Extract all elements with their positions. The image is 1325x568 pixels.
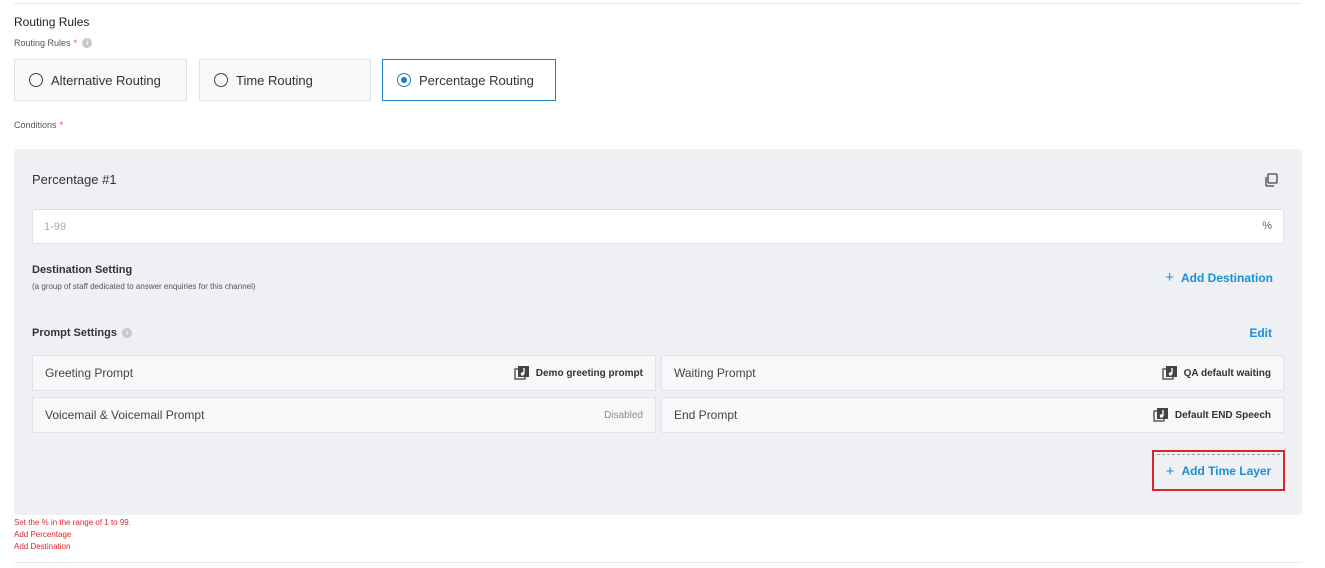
radio-selected-icon bbox=[397, 73, 411, 87]
plus-icon: + bbox=[1165, 269, 1174, 286]
prompt-value-text: Default END Speech bbox=[1174, 409, 1271, 421]
prompt-greeting[interactable]: Greeting Prompt Demo greeting prompt bbox=[32, 355, 656, 391]
radio-circle-icon bbox=[29, 73, 43, 87]
radio-label: Time Routing bbox=[236, 72, 313, 88]
prompt-value: QA default waiting bbox=[1161, 365, 1271, 381]
bottom-divider bbox=[14, 562, 1302, 563]
radio-percentage-routing[interactable]: Percentage Routing bbox=[382, 59, 556, 101]
prompt-settings-title: Prompt Settings i bbox=[32, 327, 132, 339]
routing-rules-label: Routing Rules * i bbox=[14, 38, 93, 48]
top-divider bbox=[14, 3, 1302, 4]
add-destination-button[interactable]: + Add Destination bbox=[1165, 270, 1273, 285]
prompt-value: Demo greeting prompt bbox=[514, 365, 643, 381]
music-note-icon bbox=[514, 366, 529, 380]
info-icon[interactable]: i bbox=[121, 328, 132, 338]
required-mark: * bbox=[59, 120, 64, 130]
destination-subtitle: (a group of staff dedicated to answer en… bbox=[32, 282, 256, 291]
error-add-destination: Add Destination bbox=[14, 542, 71, 551]
percentage-field: % bbox=[32, 209, 1284, 244]
music-note-icon bbox=[1161, 366, 1177, 380]
percent-suffix: % bbox=[1262, 220, 1272, 232]
prompt-end[interactable]: End Prompt Default END Speech bbox=[661, 397, 1284, 433]
percentage-input[interactable] bbox=[33, 210, 1283, 243]
radio-circle-icon bbox=[214, 73, 228, 87]
add-time-layer-highlight: + Add Time Layer bbox=[1152, 450, 1285, 491]
section-title: Routing Rules bbox=[14, 15, 90, 29]
radio-time-routing[interactable]: Time Routing bbox=[199, 59, 371, 101]
prompt-voicemail[interactable]: Voicemail & Voicemail Prompt Disabled bbox=[32, 397, 656, 433]
destination-title: Destination Setting bbox=[32, 264, 133, 276]
radio-label: Alternative Routing bbox=[51, 72, 161, 88]
music-note-icon bbox=[1153, 408, 1168, 422]
conditions-label-text: Conditions bbox=[14, 120, 57, 130]
prompt-value: Default END Speech bbox=[1153, 407, 1271, 423]
copy-icon[interactable] bbox=[1264, 173, 1278, 187]
prompt-name: Voicemail & Voicemail Prompt bbox=[45, 408, 205, 422]
prompt-settings-label: Prompt Settings bbox=[32, 327, 117, 339]
plus-icon: + bbox=[1165, 462, 1175, 480]
add-time-layer-label: Add Time Layer bbox=[1181, 464, 1272, 478]
add-destination-label: Add Destination bbox=[1181, 270, 1273, 285]
prompt-name: End Prompt bbox=[674, 408, 738, 422]
add-time-layer-button[interactable]: + Add Time Layer bbox=[1157, 454, 1280, 487]
error-percentage-range: Set the % in the range of 1 to 99. bbox=[14, 518, 131, 527]
prompt-value-text: Disabled bbox=[604, 409, 643, 421]
routing-rules-label-text: Routing Rules bbox=[14, 38, 71, 48]
info-icon[interactable]: i bbox=[82, 38, 93, 48]
edit-prompts-button[interactable]: Edit bbox=[1249, 326, 1272, 340]
required-mark: * bbox=[73, 38, 78, 48]
prompt-name: Waiting Prompt bbox=[674, 366, 756, 380]
percentage-condition-panel: Percentage #1 % Destination Setting (a g… bbox=[14, 149, 1302, 515]
prompt-value-text: Demo greeting prompt bbox=[535, 367, 643, 379]
prompt-name: Greeting Prompt bbox=[45, 366, 134, 380]
radio-label: Percentage Routing bbox=[419, 72, 534, 88]
radio-alternative-routing[interactable]: Alternative Routing bbox=[14, 59, 187, 101]
prompt-value-text: QA default waiting bbox=[1183, 367, 1271, 379]
prompt-waiting[interactable]: Waiting Prompt QA default waiting bbox=[661, 355, 1284, 391]
error-add-percentage: Add Percentage bbox=[14, 530, 72, 539]
percentage-title: Percentage #1 bbox=[32, 172, 117, 187]
conditions-label: Conditions * bbox=[14, 120, 63, 130]
